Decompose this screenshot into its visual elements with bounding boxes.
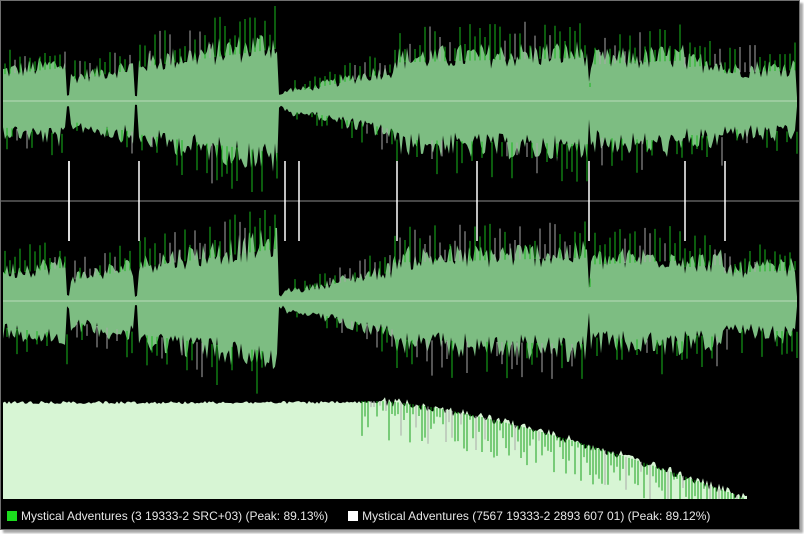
waveform-comparison-view: Mystical Adventures (3 19333-2 SRC+03) (…	[0, 0, 800, 530]
channel-1-waveform	[3, 5, 798, 193]
legend-label-source-a: Mystical Adventures (3 19333-2 SRC+03) (…	[21, 509, 329, 523]
waveform-canvas	[1, 5, 799, 499]
legend-swatch-source-a	[7, 511, 17, 521]
legend-label-source-b: Mystical Adventures (7567 19333-2 2893 6…	[362, 509, 711, 523]
legend: Mystical Adventures (3 19333-2 SRC+03) (…	[1, 501, 799, 529]
legend-swatch-source-b	[348, 511, 359, 521]
spectrum-fill	[3, 397, 747, 499]
legend-item-source-a: Mystical Adventures (3 19333-2 SRC+03) (…	[7, 509, 328, 523]
channel-2-waveform	[3, 209, 798, 394]
legend-item-source-b: Mystical Adventures (7567 19333-2 2893 6…	[348, 509, 710, 523]
frequency-spectrum	[3, 397, 747, 499]
